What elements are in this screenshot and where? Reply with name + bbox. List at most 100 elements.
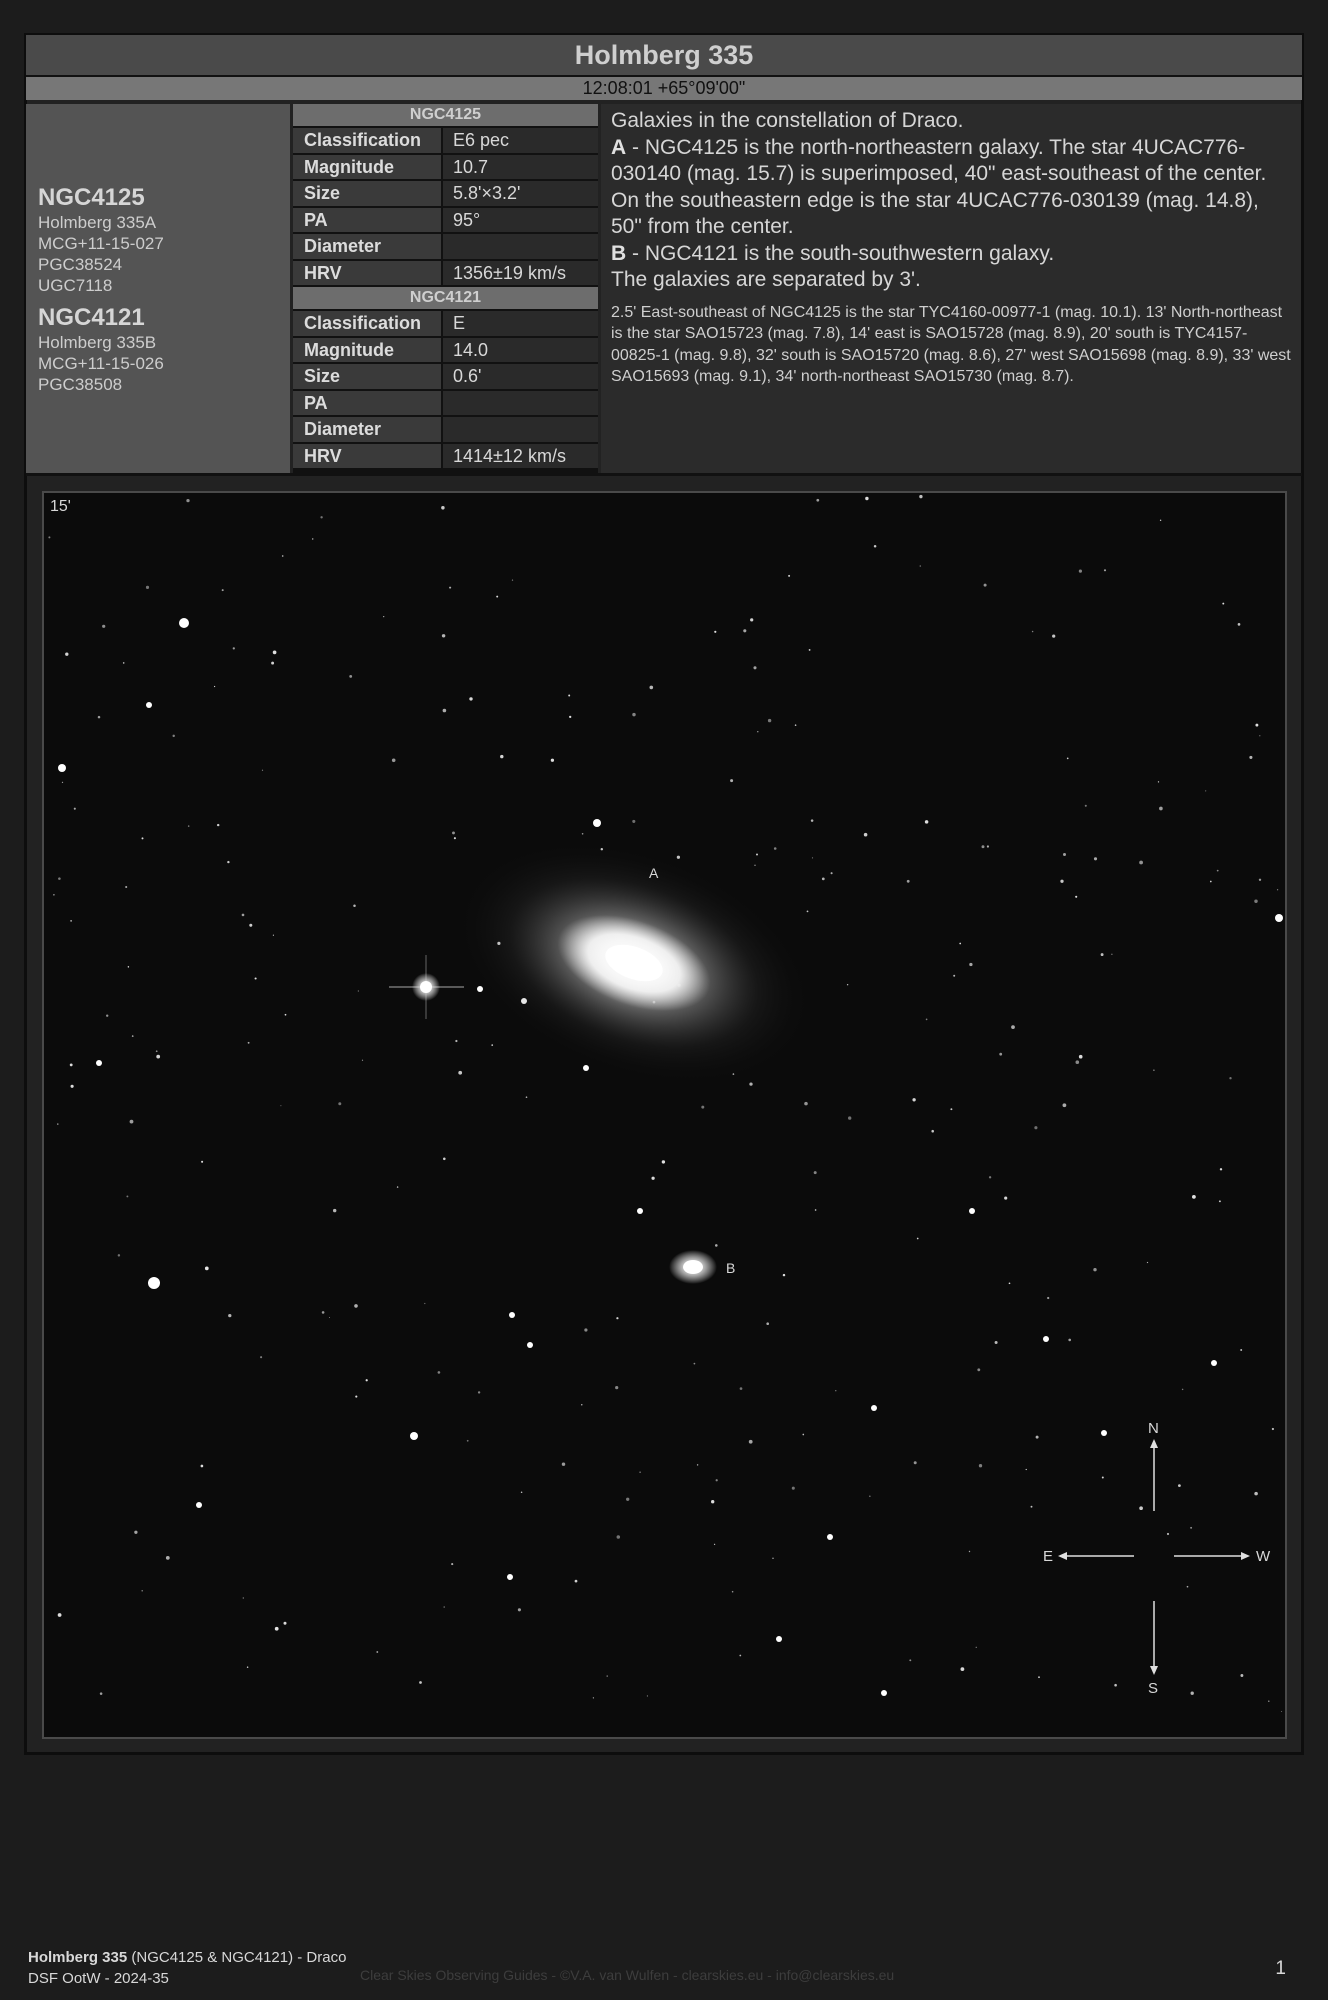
faint-star: [455, 1039, 458, 1043]
faint-star: [97, 715, 101, 719]
compass-s: S: [1148, 1680, 1158, 1697]
faint-star: [333, 1208, 337, 1213]
faint-star: [247, 1041, 250, 1044]
star: [593, 819, 601, 827]
coordinates: 12:08:01 +65°09'00": [26, 77, 1302, 100]
star: [776, 1636, 782, 1642]
faint-star: [365, 1379, 368, 1382]
table-row: PA 95°: [293, 207, 598, 234]
row-value: [443, 417, 598, 442]
row-key: PA: [293, 390, 443, 415]
footer-title-rest: (NGC4125 & NGC4121) - Draco: [127, 1949, 347, 1966]
table-title-ngc4121: NGC4121: [293, 287, 598, 311]
faint-star: [1008, 1282, 1011, 1285]
row-value: 10.7: [443, 154, 598, 179]
row-key: Size: [293, 364, 443, 389]
faint-star: [187, 825, 190, 827]
faint-star: [1271, 1427, 1275, 1431]
faint-star: [676, 855, 681, 859]
faint-star: [1034, 1126, 1038, 1130]
faint-star: [1035, 1435, 1039, 1439]
faint-star: [696, 1464, 699, 1466]
table-title-ngc4125: NGC4125: [293, 104, 598, 128]
faint-star: [271, 661, 275, 665]
star: [410, 1432, 418, 1440]
faint-star: [711, 1500, 715, 1504]
scale-label: 15': [50, 498, 71, 515]
faint-star: [626, 1497, 630, 1501]
faint-star: [1216, 869, 1219, 872]
faint-star: [865, 496, 869, 501]
faint-star: [320, 516, 323, 519]
faint-star: [615, 1386, 619, 1390]
object-alias: Holmberg 335B: [38, 333, 157, 352]
faint-star: [701, 1105, 705, 1109]
marker-a: A: [649, 865, 659, 881]
row-value: 0.6': [443, 364, 598, 389]
description-b-text: - NGC4121 is the south-southwestern gala…: [626, 241, 1055, 265]
footer-series: DSF OotW - 2024-35: [28, 1970, 169, 1987]
faint-star: [496, 595, 499, 598]
faint-star: [1153, 1069, 1155, 1071]
faint-star: [73, 807, 76, 810]
faint-star: [349, 674, 353, 678]
faint-star: [568, 694, 571, 697]
faint-star: [1192, 1195, 1196, 1199]
faint-star: [272, 934, 274, 936]
faint-star: [1157, 781, 1160, 783]
faint-star: [909, 1659, 912, 1662]
faint-star: [835, 1390, 837, 1392]
row-key: HRV: [293, 260, 443, 285]
faint-star: [338, 1102, 342, 1106]
faint-star: [357, 990, 359, 992]
faint-star: [1066, 757, 1069, 760]
faint-star: [975, 1646, 977, 1648]
faint-star: [1178, 1484, 1181, 1487]
faint-star: [750, 618, 754, 622]
faint-star: [767, 718, 772, 723]
faint-star: [791, 1486, 795, 1490]
faint-star: [525, 1096, 528, 1099]
faint-star: [441, 634, 446, 638]
faint-star: [1047, 1296, 1050, 1300]
row-value: 95°: [443, 207, 598, 232]
faint-star: [960, 1667, 965, 1671]
faint-star: [376, 1651, 379, 1653]
faint-star: [968, 1550, 971, 1553]
star: [148, 1277, 160, 1289]
star: [1043, 1336, 1049, 1342]
faint-star: [1100, 953, 1104, 957]
galaxy-ngc4121: [669, 1250, 717, 1284]
faint-star: [122, 662, 125, 664]
row-value: [443, 390, 598, 415]
faint-star: [354, 1304, 358, 1308]
star: [507, 1574, 513, 1580]
faint-star: [328, 1316, 331, 1319]
table-row: HRV 1414±12 km/s: [293, 443, 598, 470]
row-key: PA: [293, 207, 443, 232]
faint-star: [1068, 1338, 1072, 1342]
row-key: Diameter: [293, 234, 443, 259]
faint-star: [816, 498, 820, 502]
faint-star: [651, 1176, 655, 1180]
faint-star: [773, 847, 777, 850]
faint-star: [813, 1171, 817, 1175]
faint-star: [517, 1608, 521, 1612]
faint-star: [129, 1119, 134, 1124]
object-name: NGC4125: [38, 184, 145, 211]
star: [583, 1065, 589, 1071]
table-row: Classification E: [293, 311, 598, 338]
row-value: 5.8'×3.2': [443, 181, 598, 206]
object-alias: MCG+11-15-026: [38, 354, 164, 373]
faint-star: [141, 837, 144, 840]
table-row: PA: [293, 390, 598, 417]
compass-n: N: [1148, 1420, 1159, 1437]
faint-star: [477, 1391, 481, 1394]
faint-star: [925, 1018, 928, 1021]
faint-star: [274, 1626, 279, 1631]
faint-star: [141, 1590, 143, 1592]
faint-star: [254, 977, 257, 980]
faint-star: [810, 819, 814, 822]
faint-star: [1084, 804, 1087, 807]
row-key: Diameter: [293, 417, 443, 442]
